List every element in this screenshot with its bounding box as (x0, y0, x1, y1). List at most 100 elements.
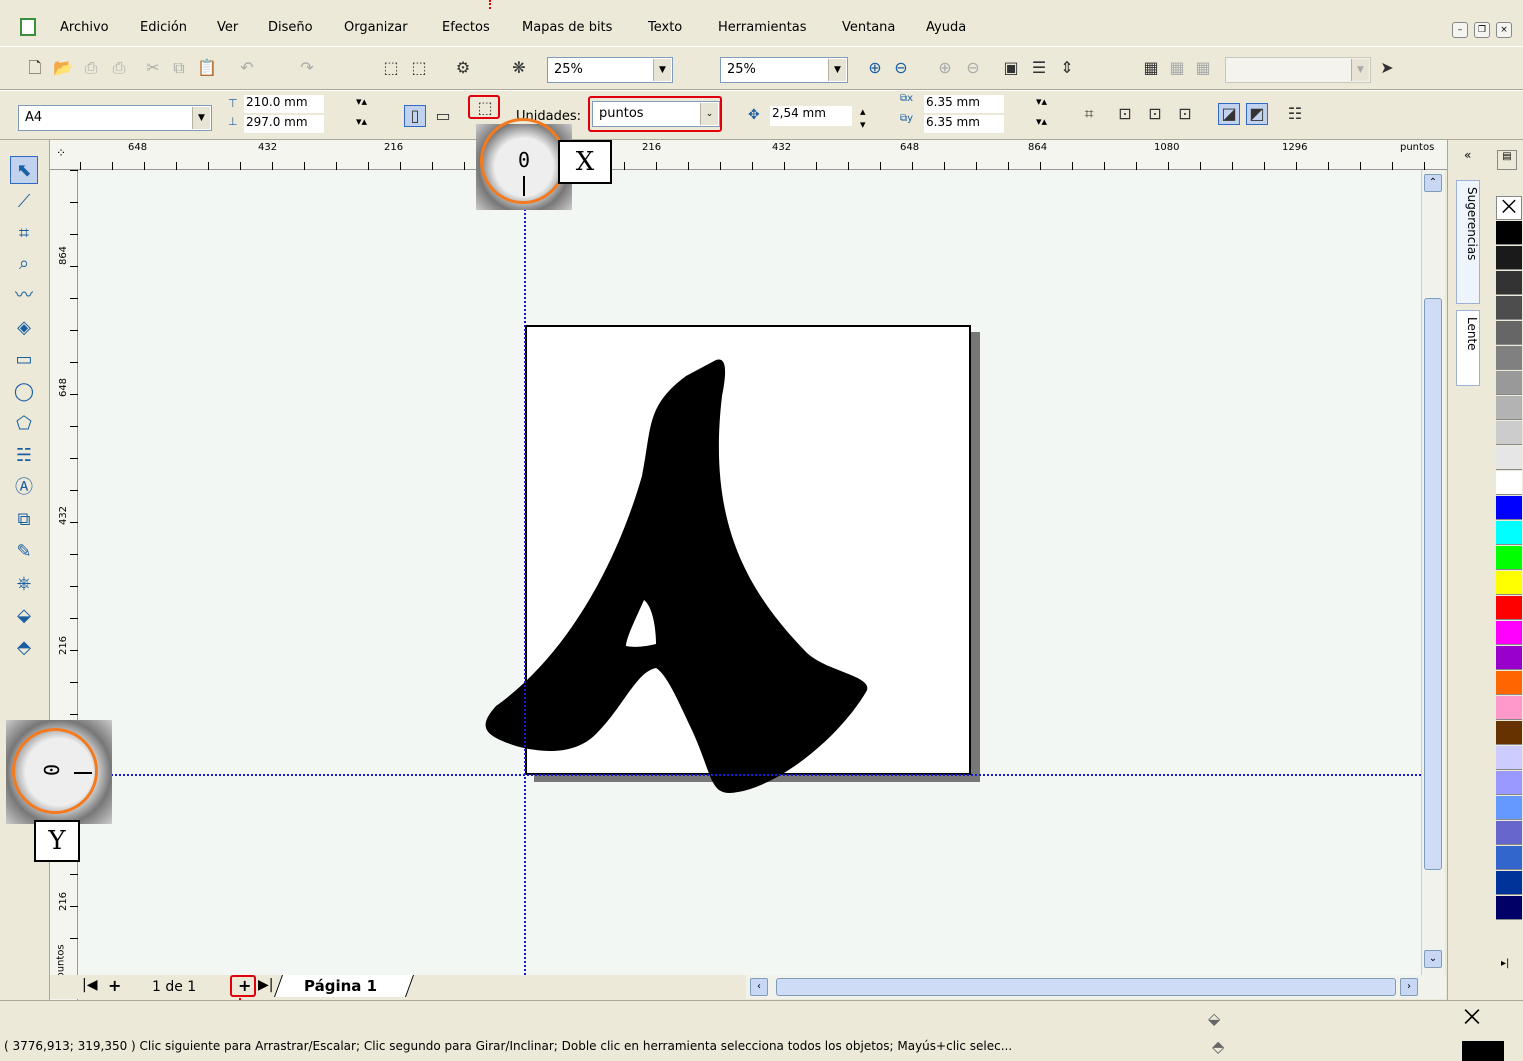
horizontal-scroll-thumb[interactable] (776, 978, 1396, 996)
palette-swatch[interactable] (1496, 496, 1522, 520)
palette-swatch[interactable] (1496, 371, 1522, 395)
zoom-out-icon[interactable]: ⊖ (890, 57, 912, 79)
polygon-tool-icon[interactable]: ⬠ (10, 410, 38, 438)
interactive-blend-tool-icon[interactable]: ⧉ (10, 506, 38, 534)
paper-size-combo[interactable]: A4 ▼ (18, 105, 212, 131)
first-page-icon[interactable]: |◀ (82, 977, 97, 993)
rectangle-tool-icon[interactable]: ▭ (10, 346, 38, 374)
menu-ayuda[interactable]: Ayuda (926, 20, 966, 35)
vertical-scroll-thumb[interactable] (1424, 298, 1442, 870)
palette-swatch[interactable] (1496, 721, 1522, 745)
new-document-icon[interactable]: 🗋 (24, 57, 46, 79)
application-launcher-icon[interactable]: ⚙ (452, 57, 474, 79)
interactive-fill-tool-icon[interactable]: ⬘ (10, 634, 38, 662)
tab-lente[interactable]: Lente (1456, 310, 1480, 386)
snap-to-grid-icon[interactable]: ⌗ (1078, 103, 1100, 125)
duplicate-x-stepper[interactable]: ▾▴ (1036, 95, 1047, 108)
palette-swatch[interactable]: ⨉ (1496, 196, 1522, 220)
menu-ventana[interactable]: Ventana (842, 20, 895, 35)
menu-efectos[interactable]: Efectos (442, 20, 490, 35)
dynamic-guides-icon[interactable]: ⊡ (1174, 103, 1196, 125)
vertical-scrollbar[interactable]: ⌃ ⌄ (1421, 170, 1445, 975)
view-manager-icon[interactable]: ▦ (1140, 57, 1162, 79)
duplicate-y-stepper[interactable]: ▾▴ (1036, 115, 1047, 128)
palette-swatch[interactable] (1496, 396, 1522, 420)
scroll-left-button[interactable]: ‹ (750, 978, 768, 996)
horizontal-ruler[interactable]: ⁘ 648 432 216 216 432 648 864 1080 1296 … (50, 140, 1447, 170)
zoom-page-icon[interactable]: ▣ (1000, 57, 1022, 79)
last-page-icon[interactable]: ▶| (258, 977, 273, 993)
undo-icon[interactable]: ↶ (236, 57, 258, 79)
import-icon[interactable]: ⬚ (380, 57, 402, 79)
palette-scroll-icon[interactable]: ▸| (1501, 958, 1509, 969)
palette-swatch[interactable] (1496, 646, 1522, 670)
letter-a-shape[interactable] (476, 356, 876, 796)
zoom-height-icon[interactable]: ⇕ (1056, 57, 1078, 79)
palette-swatch[interactable] (1496, 696, 1522, 720)
scroll-down-button[interactable]: ⌄ (1424, 950, 1442, 968)
portrait-icon[interactable]: ▯ (404, 105, 426, 127)
palette-swatch[interactable] (1496, 571, 1522, 595)
duplicate-x-field[interactable]: 6.35 mm (924, 95, 1004, 113)
palette-swatch[interactable] (1496, 296, 1522, 320)
palette-swatch[interactable] (1496, 596, 1522, 620)
palette-swatch[interactable] (1496, 896, 1522, 920)
palette-swatch[interactable] (1496, 346, 1522, 370)
palette-swatch[interactable] (1496, 546, 1522, 570)
draw-outline-icon[interactable]: ◩ (1246, 103, 1268, 125)
export-icon[interactable]: ⬚ (408, 57, 430, 79)
view-icon[interactable]: ▦ (1192, 57, 1214, 79)
palette-swatch[interactable] (1496, 246, 1522, 270)
menu-archivo[interactable]: Archivo (60, 20, 109, 35)
options-icon[interactable]: ☷ (1284, 103, 1306, 125)
ruler-corner-icon[interactable]: ⁘ (56, 146, 66, 160)
open-icon[interactable]: 📂 (52, 57, 74, 79)
add-page-before-icon[interactable]: + (108, 976, 121, 995)
tab-sugerencias[interactable]: Sugerencias (1456, 180, 1480, 304)
palette-swatch[interactable] (1496, 846, 1522, 870)
paper-height-field[interactable]: 297.0 mm (244, 115, 324, 133)
minimize-button[interactable]: – (1452, 22, 1468, 38)
corel-online-icon[interactable]: ❋ (508, 57, 530, 79)
menu-edicion[interactable]: Edición (140, 20, 187, 35)
pick-tool-icon[interactable]: ⬉ (10, 156, 38, 184)
fill-tool-icon[interactable]: ⬙ (10, 602, 38, 630)
menu-herramientas[interactable]: Herramientas (718, 20, 807, 35)
palette-swatch[interactable] (1496, 221, 1522, 245)
freehand-tool-icon[interactable]: 〰 (10, 282, 38, 310)
basic-shapes-tool-icon[interactable]: ☵ (10, 442, 38, 470)
palette-swatch[interactable] (1496, 746, 1522, 770)
paper-width-field[interactable]: 210.0 mm (244, 95, 324, 113)
pan-icon[interactable]: ▦ (1166, 57, 1188, 79)
horizontal-scrollbar[interactable]: ‹ › (746, 975, 1446, 999)
landscape-icon[interactable]: ▭ (432, 105, 454, 127)
chevron-down-icon[interactable]: ▼ (653, 59, 671, 81)
zoom-level-combo-left[interactable]: 25% ▼ (547, 57, 673, 83)
print-icon[interactable]: ⎙ (108, 57, 130, 79)
chevron-down-icon[interactable]: ▼ (192, 107, 210, 129)
zoom-level-combo-right[interactable]: 25% ▼ (720, 57, 848, 83)
cut-icon[interactable]: ✂ (142, 57, 164, 79)
text-tool-icon[interactable]: Ⓐ (10, 474, 38, 502)
zoom-in-icon[interactable]: ⊕ (864, 57, 886, 79)
palette-swatch[interactable] (1496, 871, 1522, 895)
chevron-down-icon[interactable]: ▼ (828, 59, 846, 81)
shape-tool-icon[interactable]: ⟋ (10, 188, 38, 216)
copy-icon[interactable]: ⧉ (168, 57, 190, 79)
zoom-width-icon[interactable]: ☰ (1028, 57, 1050, 79)
vertical-ruler[interactable]: 864 648 432 216 216 puntos (50, 170, 78, 1000)
smart-fill-tool-icon[interactable]: ◈ (10, 314, 38, 342)
nudge-stepper[interactable]: ▴ ▾ (860, 105, 866, 131)
menu-organizar[interactable]: Organizar (344, 20, 408, 35)
snap-to-guidelines-icon[interactable]: ⊡ (1114, 103, 1136, 125)
height-stepper[interactable]: ▾▴ (356, 115, 367, 128)
palette-swatch[interactable] (1496, 446, 1522, 470)
menu-ver[interactable]: Ver (217, 20, 238, 35)
palette-menu-icon[interactable]: ▤ (1497, 150, 1517, 170)
palette-swatch[interactable] (1496, 471, 1522, 495)
palette-swatch[interactable] (1496, 621, 1522, 645)
drawing-canvas[interactable] (78, 170, 1421, 975)
palette-swatch[interactable] (1496, 321, 1522, 345)
toolbar-options-icon[interactable]: ➤ (1376, 57, 1398, 79)
palette-swatch[interactable] (1496, 521, 1522, 545)
